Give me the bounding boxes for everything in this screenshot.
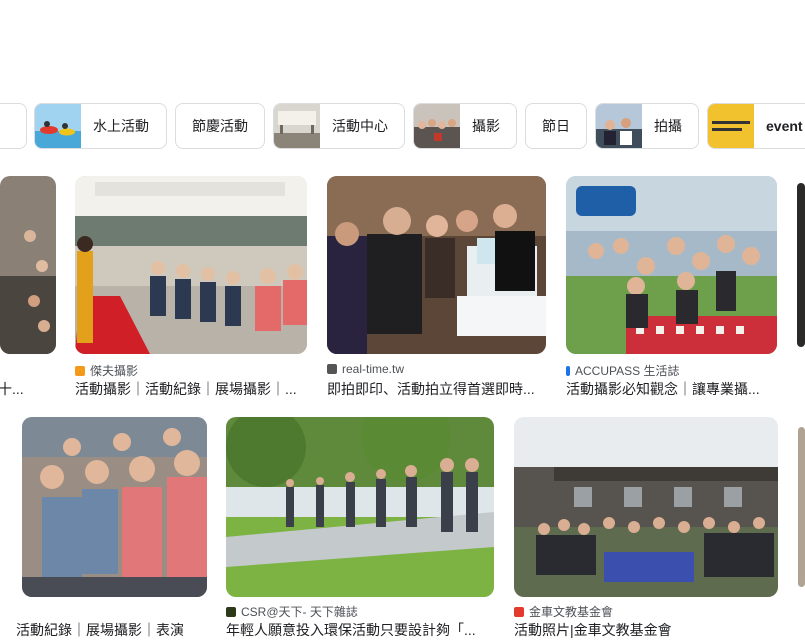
result-source[interactable]: 金車文教基金會: [514, 603, 613, 620]
site-favicon-icon: [566, 365, 570, 376]
result-title[interactable]: 活動攝影｜活動紀錄｜展場攝影｜...: [75, 379, 307, 399]
site-favicon-icon: [327, 364, 337, 374]
result-title[interactable]: 活動紀錄｜展場攝影｜表演: [16, 620, 207, 640]
result-image[interactable]: [798, 427, 805, 587]
chip-water-activity[interactable]: 水上活動: [34, 103, 167, 149]
result-image[interactable]: [566, 176, 777, 354]
result-image[interactable]: [226, 417, 494, 597]
related-chips-row: 水上活動 節慶活動 活動中心 攝影 節日 拍攝 event: [0, 103, 805, 151]
result-image[interactable]: [797, 183, 805, 347]
result-image[interactable]: [327, 176, 546, 354]
result-title[interactable]: 活動攝影必知觀念｜讓專業攝...: [566, 379, 777, 399]
chip-photography[interactable]: 攝影: [413, 103, 517, 149]
result-title[interactable]: 十...: [0, 379, 56, 399]
chip-shooting[interactable]: 拍攝: [595, 103, 699, 149]
result-source[interactable]: 傑夫攝影: [75, 362, 138, 379]
site-favicon-icon: [75, 365, 85, 376]
result-source[interactable]: CSR@天下- 天下雜誌: [226, 603, 358, 620]
activity-center-thumb: [274, 104, 320, 148]
result-title[interactable]: 年輕人願意投入環保活動只要設計夠「...: [226, 620, 494, 640]
result-image[interactable]: [0, 176, 56, 354]
water-activity-thumb: [35, 104, 81, 148]
event-thumb: [708, 104, 754, 148]
photography-thumb: [414, 104, 460, 148]
site-favicon-icon: [226, 606, 236, 617]
chip-festival-activity[interactable]: 節慶活動: [175, 103, 265, 149]
chip-event[interactable]: event: [707, 103, 805, 149]
result-image[interactable]: [514, 417, 778, 597]
result-title[interactable]: 活動照片|金車文教基金會: [514, 620, 778, 640]
result-source[interactable]: ACCUPASS 生活誌: [566, 362, 679, 379]
chip-partial[interactable]: [0, 103, 27, 149]
chip-holiday[interactable]: 節日: [525, 103, 587, 149]
result-image[interactable]: [22, 417, 207, 597]
result-title[interactable]: 即拍即印、活動拍立得首選即時...: [327, 379, 546, 399]
site-favicon-icon: [514, 606, 524, 617]
result-source[interactable]: real-time.tw: [327, 362, 404, 376]
result-image[interactable]: [75, 176, 307, 354]
shooting-thumb: [596, 104, 642, 148]
chip-activity-center[interactable]: 活動中心: [273, 103, 405, 149]
